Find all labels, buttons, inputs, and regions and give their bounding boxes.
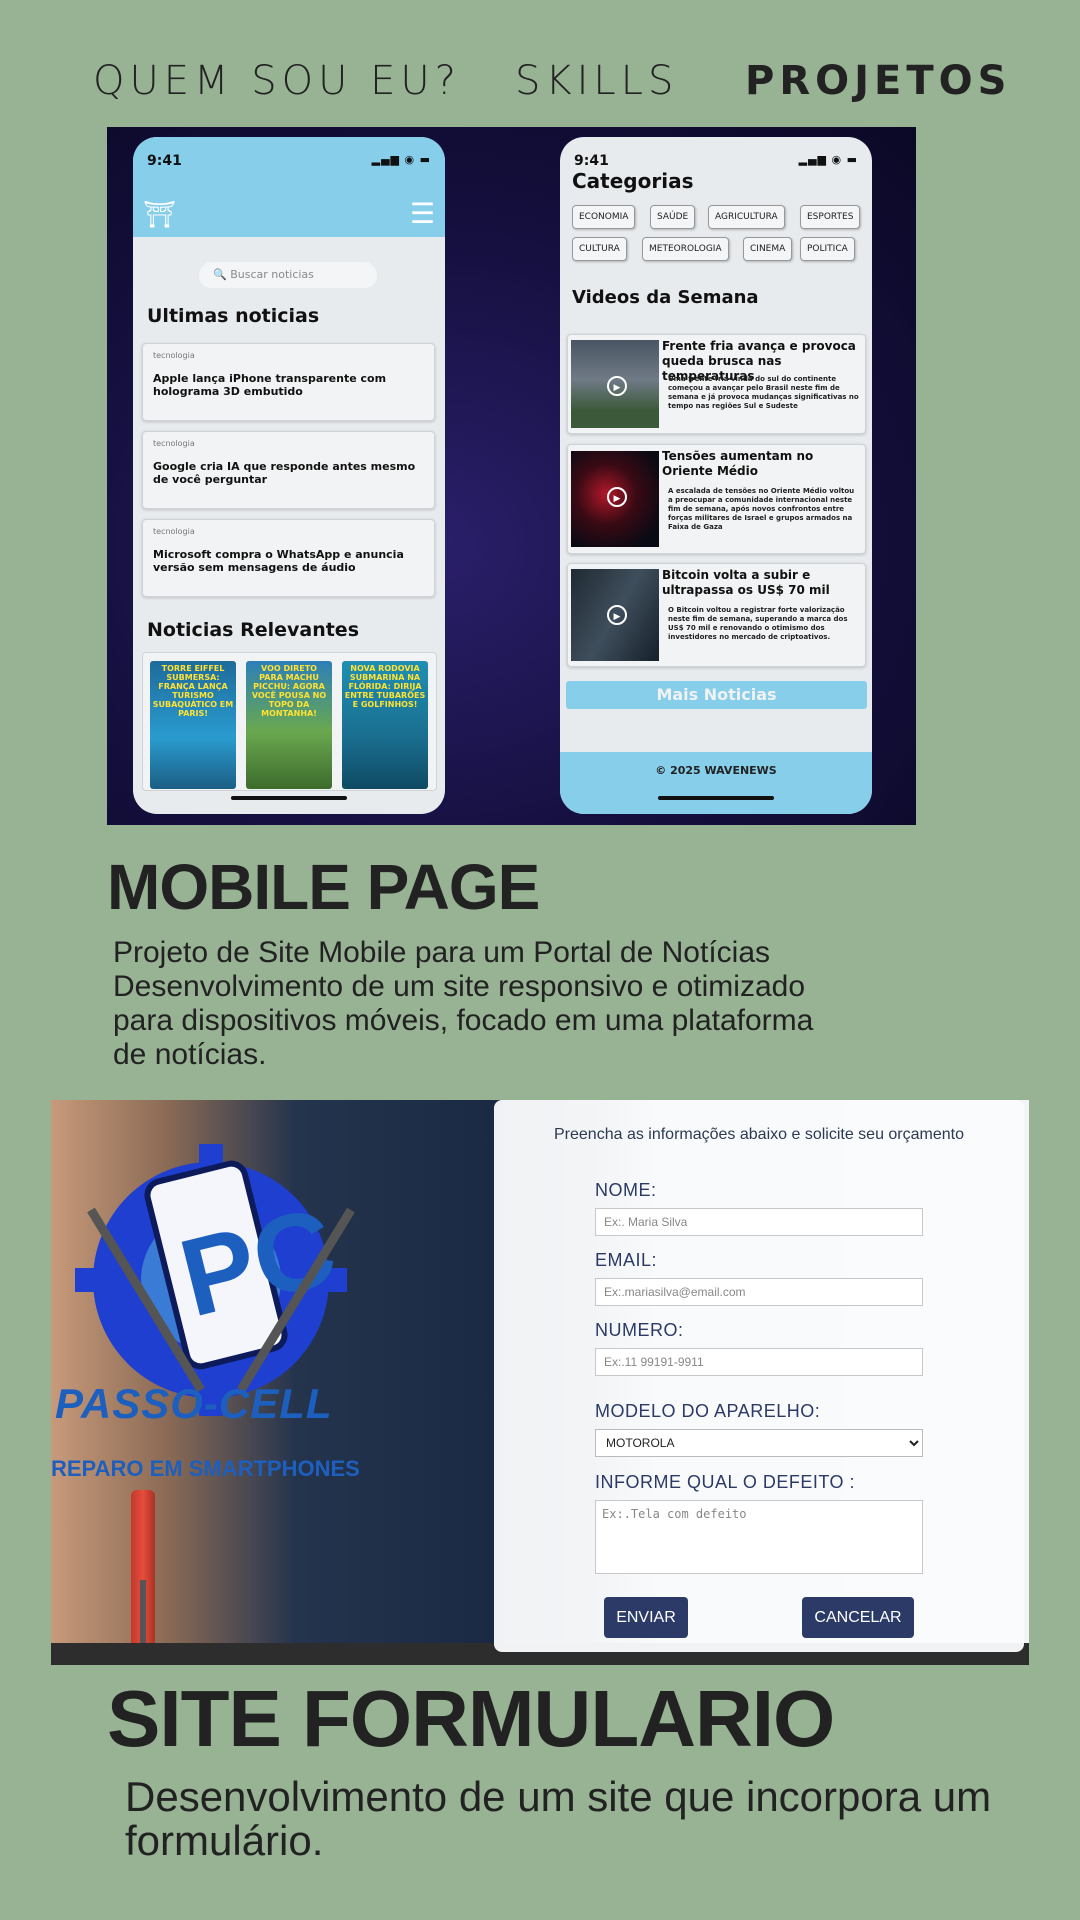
relevant-news-heading: Noticias Relevantes xyxy=(147,619,359,641)
video-card: ▶ Tensões aumentam no Oriente Médio A es… xyxy=(567,444,866,554)
nav-skills[interactable]: SKILLS xyxy=(515,58,678,104)
category-chip: ESPORTES xyxy=(800,205,861,229)
quote-form: Preencha as informações abaixo e solicit… xyxy=(494,1100,1024,1652)
news-card: tecnologia Microsoft compra o WhatsApp e… xyxy=(142,519,435,597)
status-icons: ▂▄▆ ◉ ▬ xyxy=(371,153,431,166)
video-thumbnail: ▶ xyxy=(571,340,659,428)
relevant-news-box: TORRE EIFFEL SUBMERSA: FRANÇA LANÇA TURI… xyxy=(142,652,437,791)
search-placeholder: Buscar noticias xyxy=(230,268,314,281)
latest-news-heading: Ultimas noticias xyxy=(147,305,320,327)
relevant-caption: VOO DIRETO PARA MACHU PICCHU: AGORA VOCÊ… xyxy=(251,664,327,718)
more-news-button: Mais Noticias xyxy=(566,681,867,709)
model-label: MODELO DO APARELHO: xyxy=(595,1401,821,1421)
video-thumbnail: ▶ xyxy=(571,451,659,547)
video-card: ▶ Bitcoin volta a subir e ultrapassa os … xyxy=(567,563,866,667)
mobile-page-screenshot[interactable]: 9:41 ▂▄▆ ◉ ▬ ⛩ ☰ 🔍 Buscar noticias Ultim… xyxy=(107,127,916,825)
form-intro: Preencha as informações abaixo e solicit… xyxy=(554,1126,964,1143)
phone-footer: © 2025 WAVENEWS xyxy=(560,752,872,814)
video-card: ▶ Frente fria avança e provoca queda bru… xyxy=(567,334,866,434)
play-icon: ▶ xyxy=(607,487,627,507)
video-desc: O Bitcoin voltou a registrar forte valor… xyxy=(668,606,848,641)
form-site-screenshot[interactable]: PC PASSO-CELL REPARO EM SMARTPHONES Pree… xyxy=(51,1100,1029,1665)
send-button[interactable]: ENVIAR xyxy=(604,1597,688,1638)
cancel-button[interactable]: CANCELAR xyxy=(802,1597,914,1638)
relevant-card: TORRE EIFFEL SUBMERSA: FRANÇA LANÇA TURI… xyxy=(150,661,236,789)
video-desc: A escalada de tensões no Oriente Médio v… xyxy=(668,487,855,531)
relevant-caption: TORRE EIFFEL SUBMERSA: FRANÇA LANÇA TURI… xyxy=(152,664,234,718)
category-chip: METEOROLOGIA xyxy=(642,237,729,261)
category-chip: SAÚDE xyxy=(650,205,696,229)
play-icon: ▶ xyxy=(607,376,627,396)
news-category: tecnologia xyxy=(153,439,195,448)
brand-name: PASSO-CELL xyxy=(55,1380,333,1427)
name-label: NOME: xyxy=(595,1180,657,1200)
defect-textarea[interactable] xyxy=(595,1500,923,1574)
news-title: Apple lança iPhone transparente com holo… xyxy=(153,372,387,398)
name-field[interactable] xyxy=(595,1208,923,1236)
video-desc: Uma frente fria vinda do sul do continen… xyxy=(668,375,859,410)
hamburger-icon: ☰ xyxy=(409,197,435,230)
project-title-mobile-page: MOBILE PAGE xyxy=(107,851,540,923)
phone-header xyxy=(133,137,445,237)
project-description-mobile-page: Projeto de Site Mobile para um Portal de… xyxy=(113,936,814,1071)
number-label: NUMERO: xyxy=(595,1320,684,1340)
news-title: Microsoft compra o WhatsApp e anuncia ve… xyxy=(153,548,404,574)
brand-subtitle: REPARO EM SMARTPHONES xyxy=(51,1456,360,1481)
top-nav: QUEM SOU EU? SKILLS PROJETOS xyxy=(0,58,1080,108)
video-title: Bitcoin volta a subir e ultrapassa os US… xyxy=(662,568,830,597)
status-icons: ▂▄▆ ◉ ▬ xyxy=(798,153,858,166)
news-category: tecnologia xyxy=(153,351,195,360)
number-field[interactable] xyxy=(595,1348,923,1376)
news-card: tecnologia Google cria IA que responde a… xyxy=(142,431,435,509)
relevant-card: VOO DIRETO PARA MACHU PICCHU: AGORA VOCÊ… xyxy=(246,661,332,789)
category-chip: CINEMA xyxy=(743,237,793,261)
category-chip: CULTURA xyxy=(572,237,627,261)
home-indicator xyxy=(658,796,774,800)
category-chip: AGRICULTURA xyxy=(708,205,785,229)
search-input: 🔍 Buscar noticias xyxy=(199,262,377,288)
video-thumbnail: ▶ xyxy=(571,569,659,661)
relevant-card: NOVA RODOVIA SUBMARINA NA FLÓRIDA: DIRIJ… xyxy=(342,661,428,789)
video-title: Tensões aumentam no Oriente Médio xyxy=(662,449,814,478)
project-description-site-formulario: Desenvolvimento de um site que incorpora… xyxy=(125,1773,992,1864)
status-time: 9:41 xyxy=(147,153,182,169)
nav-projetos[interactable]: PROJETOS xyxy=(745,58,1011,104)
videos-heading: Videos da Semana xyxy=(572,287,759,308)
news-category: tecnologia xyxy=(153,527,195,536)
news-title: Google cria IA que responde antes mesmo … xyxy=(153,460,416,486)
model-select[interactable]: MOTOROLA xyxy=(595,1429,923,1457)
temple-icon: ⛩ xyxy=(143,200,177,230)
phone-home-screen: 9:41 ▂▄▆ ◉ ▬ ⛩ ☰ 🔍 Buscar noticias Ultim… xyxy=(133,137,445,814)
email-label: EMAIL: xyxy=(595,1250,658,1270)
defect-label: INFORME QUAL O DEFEITO : xyxy=(595,1472,856,1492)
news-card: tecnologia Apple lança iPhone transparen… xyxy=(142,343,435,421)
category-chip: POLITICA xyxy=(800,237,855,261)
status-time: 9:41 xyxy=(574,153,609,169)
footer-copyright: © 2025 WAVENEWS xyxy=(655,764,777,777)
nav-quem-sou-eu[interactable]: QUEM SOU EU? xyxy=(93,58,461,104)
phone-categories-screen: 9:41 ▂▄▆ ◉ ▬ Categorias ECONOMIA SAÚDE A… xyxy=(560,137,872,814)
category-chip: ECONOMIA xyxy=(572,205,636,229)
play-icon: ▶ xyxy=(607,605,627,625)
home-indicator xyxy=(231,796,347,800)
email-field[interactable] xyxy=(595,1278,923,1306)
relevant-caption: NOVA RODOVIA SUBMARINA NA FLÓRIDA: DIRIJ… xyxy=(344,664,426,709)
categories-heading: Categorias xyxy=(572,169,694,193)
project-title-site-formulario: SITE FORMULARIO xyxy=(107,1674,835,1763)
